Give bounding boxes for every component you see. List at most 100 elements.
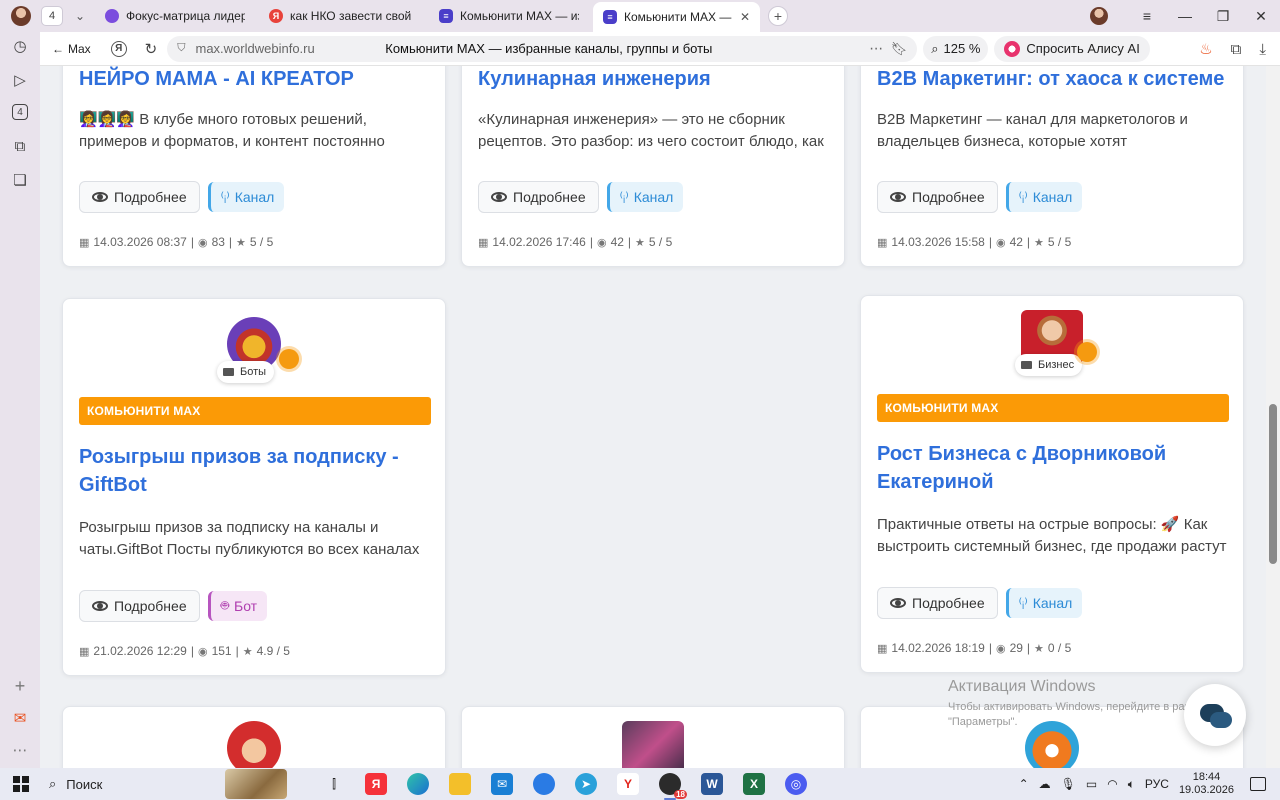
- tab-group-counter[interactable]: 4: [41, 6, 63, 26]
- history-icon[interactable]: ◷: [10, 36, 30, 56]
- system-tray: ⌃ ☁ 🎙︎ ▭ ◠ 🔈︎ РУС 18:44 19.03.2026: [1019, 768, 1280, 800]
- edge-icon[interactable]: [407, 773, 429, 795]
- new-tab-button[interactable]: +: [768, 6, 788, 26]
- zoom-button[interactable]: ⌕ 125 %: [923, 35, 989, 62]
- category-pill[interactable]: Боты: [217, 361, 275, 383]
- bookmark-icon[interactable]: 🔖︎: [891, 41, 908, 57]
- extensions-icon[interactable]: ⧉: [1231, 41, 1242, 58]
- app-ring-icon[interactable]: ◎: [785, 773, 807, 795]
- card-title[interactable]: B2B Маркетинг: от хаоса к системе: [877, 66, 1229, 93]
- bot-card: Боты КОМЬЮНИТИ MAX Розыгрыш призов за по…: [62, 298, 446, 676]
- calendar-icon: ▦: [478, 236, 489, 249]
- more-button[interactable]: Подробнее: [877, 181, 998, 213]
- browser-tab-1[interactable]: Фокус-матрица лидера: к: [95, 3, 255, 29]
- browser-tab-2[interactable]: Я как НКО завести свой пуб: [259, 3, 425, 29]
- clock[interactable]: 18:44 19.03.2026: [1179, 771, 1234, 797]
- windows-taskbar: ⌕ Поиск ⫿ Я ✉ ➤ Y 18 W X ◎ ⌃ ☁ 🎙︎ ▭ ◠ 🔈︎…: [0, 768, 1280, 800]
- word-icon[interactable]: W: [701, 773, 723, 795]
- excel-icon[interactable]: X: [743, 773, 765, 795]
- more-button[interactable]: Подробнее: [478, 181, 599, 213]
- telegram-dark-icon[interactable]: 18: [659, 773, 687, 800]
- card-title[interactable]: Рост Бизнеса с Дворниковой Екатериной: [877, 440, 1229, 496]
- download-icon[interactable]: ⤓: [1259, 41, 1266, 58]
- language-indicator[interactable]: РУС: [1145, 777, 1169, 791]
- featured-badge-icon: [1077, 342, 1097, 362]
- file-explorer-icon[interactable]: [449, 773, 471, 795]
- tab-bar: 4 ⌄ Фокус-матрица лидера: к Я как НКО за…: [0, 0, 1280, 32]
- yandex-y-icon[interactable]: Y: [617, 773, 639, 795]
- menu-icon[interactable]: ≡: [1128, 8, 1166, 24]
- ask-alice-button[interactable]: Спросить Алису AI: [994, 35, 1150, 62]
- type-tag-channel[interactable]: ⁽ᵢ⁾ Канал: [207, 182, 285, 212]
- onedrive-icon[interactable]: ☁: [1039, 777, 1051, 791]
- windows-start-icon[interactable]: [13, 776, 29, 792]
- profile-avatar[interactable]: [11, 6, 31, 26]
- mic-icon[interactable]: 🎙︎: [1061, 777, 1076, 791]
- more-button[interactable]: Подробнее: [79, 590, 200, 622]
- card-title[interactable]: НЕЙРО МАМА - AI КРЕАТОР: [79, 66, 431, 93]
- page-scrollbar[interactable]: [1266, 66, 1280, 768]
- star-icon: ★: [1034, 642, 1044, 655]
- eye-icon: ◉: [995, 642, 1006, 655]
- browser-tab-3[interactable]: ≡ Комьюнити МАХ — избра: [429, 3, 589, 29]
- more-dots-icon[interactable]: ⋯: [869, 40, 883, 57]
- calendar-icon: ▦: [79, 236, 90, 249]
- yandex-icon[interactable]: Я: [110, 40, 127, 57]
- type-label: Бот: [234, 598, 258, 614]
- reload-icon[interactable]: ↻: [145, 40, 158, 58]
- browser-tab-active[interactable]: ≡ Комьюнити МАХ — изб ✕: [593, 2, 760, 32]
- tab-title: как НКО завести свой пуб: [290, 9, 415, 23]
- more-button[interactable]: Подробнее: [79, 181, 200, 213]
- type-tag-channel[interactable]: ⁽ᵢ⁾ Канал: [606, 182, 684, 212]
- card-avatar-wrap: [622, 721, 684, 768]
- avatar[interactable]: [622, 721, 684, 768]
- close-window-icon[interactable]: ✕: [1242, 8, 1280, 25]
- notifications-icon[interactable]: [1250, 777, 1266, 791]
- restore-icon[interactable]: ❐: [1204, 8, 1242, 25]
- category-pill[interactable]: Бизнес: [1015, 354, 1083, 376]
- play-icon[interactable]: ▷: [10, 70, 30, 90]
- scrollbar-thumb[interactable]: [1269, 404, 1277, 564]
- badge-4-icon[interactable]: 4: [12, 104, 28, 120]
- collections-icon[interactable]: ❏: [10, 170, 30, 190]
- chevron-down-icon[interactable]: ⌄: [69, 5, 91, 27]
- back-button[interactable]: ← Max: [52, 42, 91, 56]
- chat-button[interactable]: [1184, 684, 1246, 746]
- close-tab-icon[interactable]: ✕: [740, 10, 750, 24]
- star-icon: ★: [236, 236, 246, 249]
- card-title[interactable]: Розыгрыш призов за подписку - GiftBot: [79, 443, 431, 499]
- type-tag-channel[interactable]: ⁽ᵢ⁾ Канал: [1005, 182, 1083, 212]
- card-views: 29: [1009, 641, 1023, 655]
- outlook-icon[interactable]: ✉: [491, 773, 513, 795]
- yandex-browser-icon[interactable]: Я: [365, 773, 387, 795]
- shield-icon[interactable]: ⛉: [177, 42, 185, 55]
- task-view-icon[interactable]: ⫿: [323, 773, 345, 795]
- channel-card: [461, 706, 845, 768]
- mail-icon[interactable]: ✉: [10, 708, 30, 728]
- more-icon[interactable]: ⋯: [10, 740, 30, 760]
- battery-icon[interactable]: ▭: [1086, 777, 1097, 791]
- card-date: 14.02.2026 18:19: [891, 641, 985, 655]
- more-button[interactable]: Подробнее: [877, 587, 998, 619]
- more-label: Подробнее: [114, 598, 187, 614]
- account-avatar[interactable]: [1090, 7, 1108, 25]
- url-field[interactable]: ⛉ max.worldwebinfo.ru Комьюнити MAX — из…: [167, 35, 918, 62]
- tab-favicon-icon: ≡: [439, 9, 453, 23]
- chevron-up-icon[interactable]: ⌃: [1019, 777, 1029, 791]
- volume-icon[interactable]: 🔈︎: [1128, 777, 1135, 792]
- card-title[interactable]: Кулинарная инженерия: [478, 66, 830, 93]
- card-avatar-wrap: Боты: [217, 317, 299, 383]
- minimize-icon[interactable]: —: [1166, 8, 1204, 24]
- taskbar-search[interactable]: ⌕ Поиск: [49, 769, 289, 799]
- app-circle-icon[interactable]: [533, 773, 555, 795]
- avatar[interactable]: [227, 721, 281, 768]
- flame-icon[interactable]: ♨: [1199, 40, 1212, 58]
- calendar-icon: ▦: [877, 642, 888, 655]
- wifi-icon[interactable]: ◠: [1107, 777, 1117, 791]
- type-tag-channel[interactable]: ⁽ᵢ⁾ Канал: [1005, 588, 1083, 618]
- add-icon[interactable]: +: [10, 676, 30, 696]
- type-tag-bot[interactable]: 🤖︎ Бот: [207, 591, 268, 621]
- telegram-icon[interactable]: ➤: [575, 773, 597, 795]
- screenshot-icon[interactable]: ⧉: [10, 136, 30, 156]
- search-label: Поиск: [66, 776, 103, 792]
